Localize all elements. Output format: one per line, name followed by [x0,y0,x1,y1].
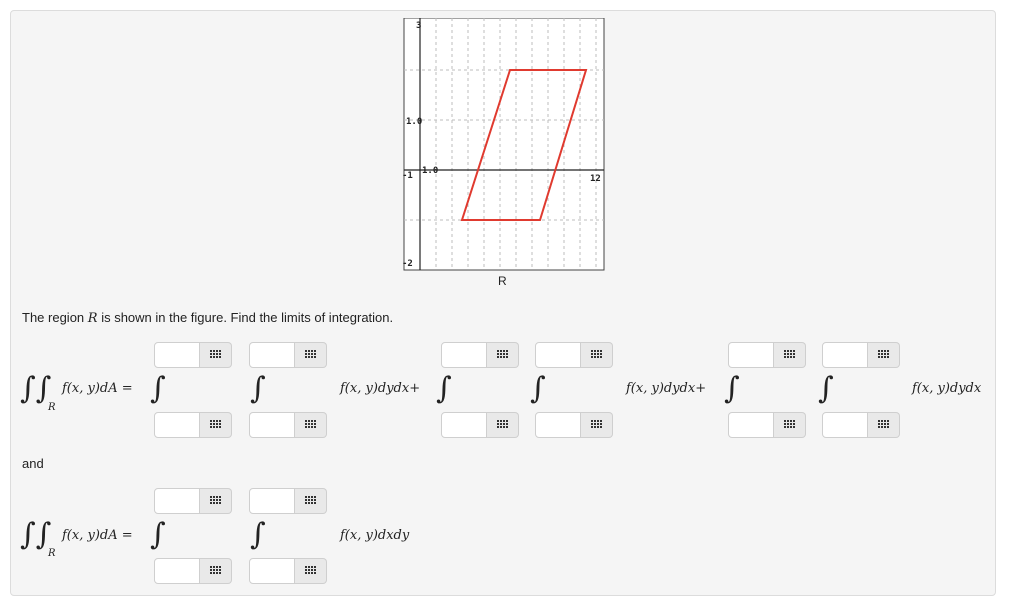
keypad-button[interactable] [200,342,232,368]
double-integral-sign: ∫∫ [20,517,52,552]
integral-sign: ∫ [436,371,452,406]
keypad-icon [209,566,222,576]
limit-3-outer-upper-input[interactable] [728,342,774,368]
question-suffix: is shown in the figure. Find the limits … [101,310,394,325]
integral-sign: ∫ [724,371,740,406]
integral-sign: ∫ [250,371,266,406]
y-label-bottom: -2 [402,259,413,269]
limit-1-outer-upper-group [154,342,232,368]
keypad-icon [209,496,222,506]
keypad-button[interactable] [774,342,806,368]
keypad-icon [209,420,222,430]
limit-1-inner-lower-group [249,412,327,438]
keypad-button[interactable] [200,488,232,514]
keypad-button[interactable] [200,412,232,438]
question-text: The region R is shown in the figure. Fin… [22,310,393,326]
limit-4-inner-lower-input[interactable] [249,558,295,584]
x-label-left: -1 [402,171,413,181]
keypad-icon [209,350,222,360]
limit-2-outer-upper-group [441,342,519,368]
integral-sign: ∫ [250,517,266,552]
keypad-button[interactable] [868,342,900,368]
limit-1-outer-lower-input[interactable] [154,412,200,438]
keypad-button[interactable] [295,488,327,514]
region-graph: 3 1.0 -1 1.0 12 -2 [402,18,605,271]
integrand-term: f(x, y)dydx [912,381,982,396]
keypad-icon [496,420,509,430]
keypad-icon [783,420,796,430]
keypad-button[interactable] [868,412,900,438]
limit-2-inner-upper-group [535,342,613,368]
keypad-button[interactable] [487,342,519,368]
keypad-icon [304,420,317,430]
limit-3-inner-upper-input[interactable] [822,342,868,368]
keypad-icon [877,420,890,430]
limit-4-outer-lower-group [154,558,232,584]
keypad-button[interactable] [200,558,232,584]
limit-1-outer-upper-input[interactable] [154,342,200,368]
keypad-button[interactable] [774,412,806,438]
integrand-term: f(x, y)dydx+ [340,381,421,396]
double-integral-sign: ∫∫ [20,371,52,406]
keypad-icon [783,350,796,360]
keypad-icon [304,350,317,360]
region-subscript: R [48,402,56,413]
and-label: and [22,456,44,471]
limit-3-inner-lower-group [822,412,900,438]
limit-4-inner-lower-group [249,558,327,584]
keypad-button[interactable] [581,342,613,368]
keypad-icon [304,566,317,576]
question-prefix: The region [22,310,85,325]
limit-3-outer-lower-input[interactable] [728,412,774,438]
keypad-button[interactable] [581,412,613,438]
limit-1-outer-lower-group [154,412,232,438]
integral-sign: ∫ [150,517,166,552]
limit-4-outer-lower-input[interactable] [154,558,200,584]
question-region: R [87,311,98,326]
keypad-button[interactable] [295,412,327,438]
integrand-term: f(x, y)dydx+ [626,381,707,396]
x-label-mid: 1.0 [422,166,438,176]
keypad-icon [877,350,890,360]
y-label-mid: 1.0 [406,117,422,127]
limit-2-outer-lower-group [441,412,519,438]
integral-sign: ∫ [530,371,546,406]
x-label-right: 12 [590,174,601,184]
limit-2-inner-lower-group [535,412,613,438]
graph-caption: R [498,274,507,288]
limit-2-inner-lower-input[interactable] [535,412,581,438]
limit-1-inner-upper-group [249,342,327,368]
integrand-term: f(x, y)dxdy [340,528,410,543]
limit-2-outer-upper-input[interactable] [441,342,487,368]
y-label-top: 3 [416,21,421,31]
limit-1-inner-lower-input[interactable] [249,412,295,438]
integral-sign: ∫ [818,371,834,406]
limit-1-inner-upper-input[interactable] [249,342,295,368]
limit-2-outer-lower-input[interactable] [441,412,487,438]
limit-4-inner-upper-input[interactable] [249,488,295,514]
keypad-icon [304,496,317,506]
limit-2-inner-upper-input[interactable] [535,342,581,368]
lhs-integrand: f(x, y)dA = [62,381,133,396]
limit-3-outer-upper-group [728,342,806,368]
lhs-integrand: f(x, y)dA = [62,528,133,543]
limit-4-outer-upper-input[interactable] [154,488,200,514]
limit-4-inner-upper-group [249,488,327,514]
keypad-icon [590,350,603,360]
integral-sign: ∫ [150,371,166,406]
keypad-button[interactable] [295,342,327,368]
keypad-button[interactable] [487,412,519,438]
keypad-icon [496,350,509,360]
graph-frame [403,18,605,271]
limit-4-outer-upper-group [154,488,232,514]
limit-3-inner-lower-input[interactable] [822,412,868,438]
limit-3-outer-lower-group [728,412,806,438]
region-subscript: R [48,548,56,559]
keypad-icon [590,420,603,430]
limit-3-inner-upper-group [822,342,900,368]
keypad-button[interactable] [295,558,327,584]
